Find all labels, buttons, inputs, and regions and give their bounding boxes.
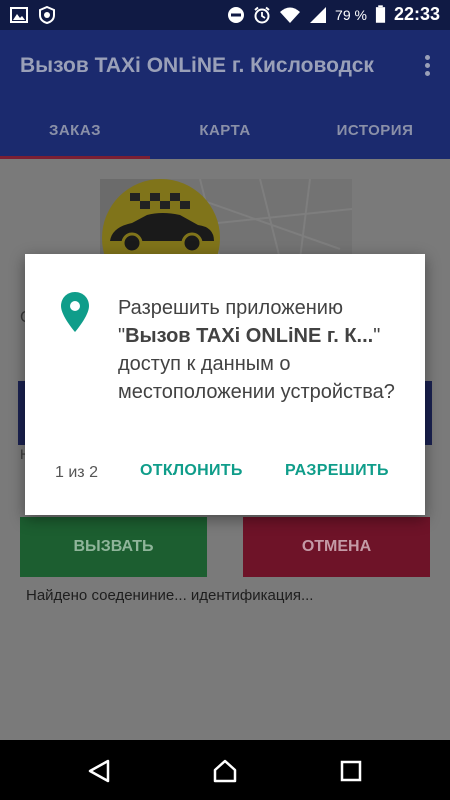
call-button[interactable]: ВЫЗВАТЬ — [20, 517, 207, 577]
signal-icon — [310, 6, 327, 23]
app-title: Вызов TAXi ONLiNE г. Кисловодск — [20, 54, 374, 77]
deny-button[interactable]: ОТКЛОНИТЬ — [140, 462, 243, 480]
tab-history[interactable]: ИСТОРИЯ — [300, 105, 450, 159]
battery-percent: 79 % — [335, 6, 367, 23]
app-name: Вызов TAXi ONLiNE г. К... — [125, 325, 374, 347]
connection-status-text: Найдено соедениние... идентификация... — [26, 587, 314, 604]
shield-icon — [39, 6, 55, 24]
do-not-disturb-icon — [228, 6, 245, 23]
permission-message: Разрешить приложению "Вызов TAXi ONLiNE … — [118, 294, 398, 406]
recent-apps-icon[interactable] — [338, 758, 364, 784]
allow-button[interactable]: РАЗРЕШИТЬ — [285, 462, 389, 480]
permission-counter: 1 из 2 — [55, 464, 98, 481]
home-icon[interactable] — [212, 758, 238, 784]
location-permission-dialog: Разрешить приложению "Вызов TAXi ONLiNE … — [25, 254, 425, 515]
tab-map[interactable]: КАРТА — [150, 105, 300, 159]
alarm-icon — [254, 6, 270, 23]
battery-icon — [375, 5, 386, 23]
tab-order[interactable]: ЗАКАЗ — [0, 105, 150, 159]
wifi-icon — [280, 7, 301, 23]
back-icon[interactable] — [86, 758, 112, 784]
tab-bar: ЗАКАЗ КАРТА ИСТОРИЯ — [0, 105, 450, 159]
app-bar: Вызов TAXi ONLiNE г. Кисловодск — [0, 30, 450, 105]
location-pin-icon — [61, 292, 89, 332]
clock: 22:33 — [393, 4, 440, 24]
overflow-menu-icon[interactable] — [422, 52, 432, 82]
image-icon — [10, 7, 28, 23]
cancel-button[interactable]: ОТМЕНА — [243, 517, 430, 577]
taxi-banner — [100, 179, 352, 259]
status-bar: 79 % 22:33 — [0, 0, 450, 30]
taxi-logo — [102, 179, 220, 259]
navigation-bar — [0, 740, 450, 800]
